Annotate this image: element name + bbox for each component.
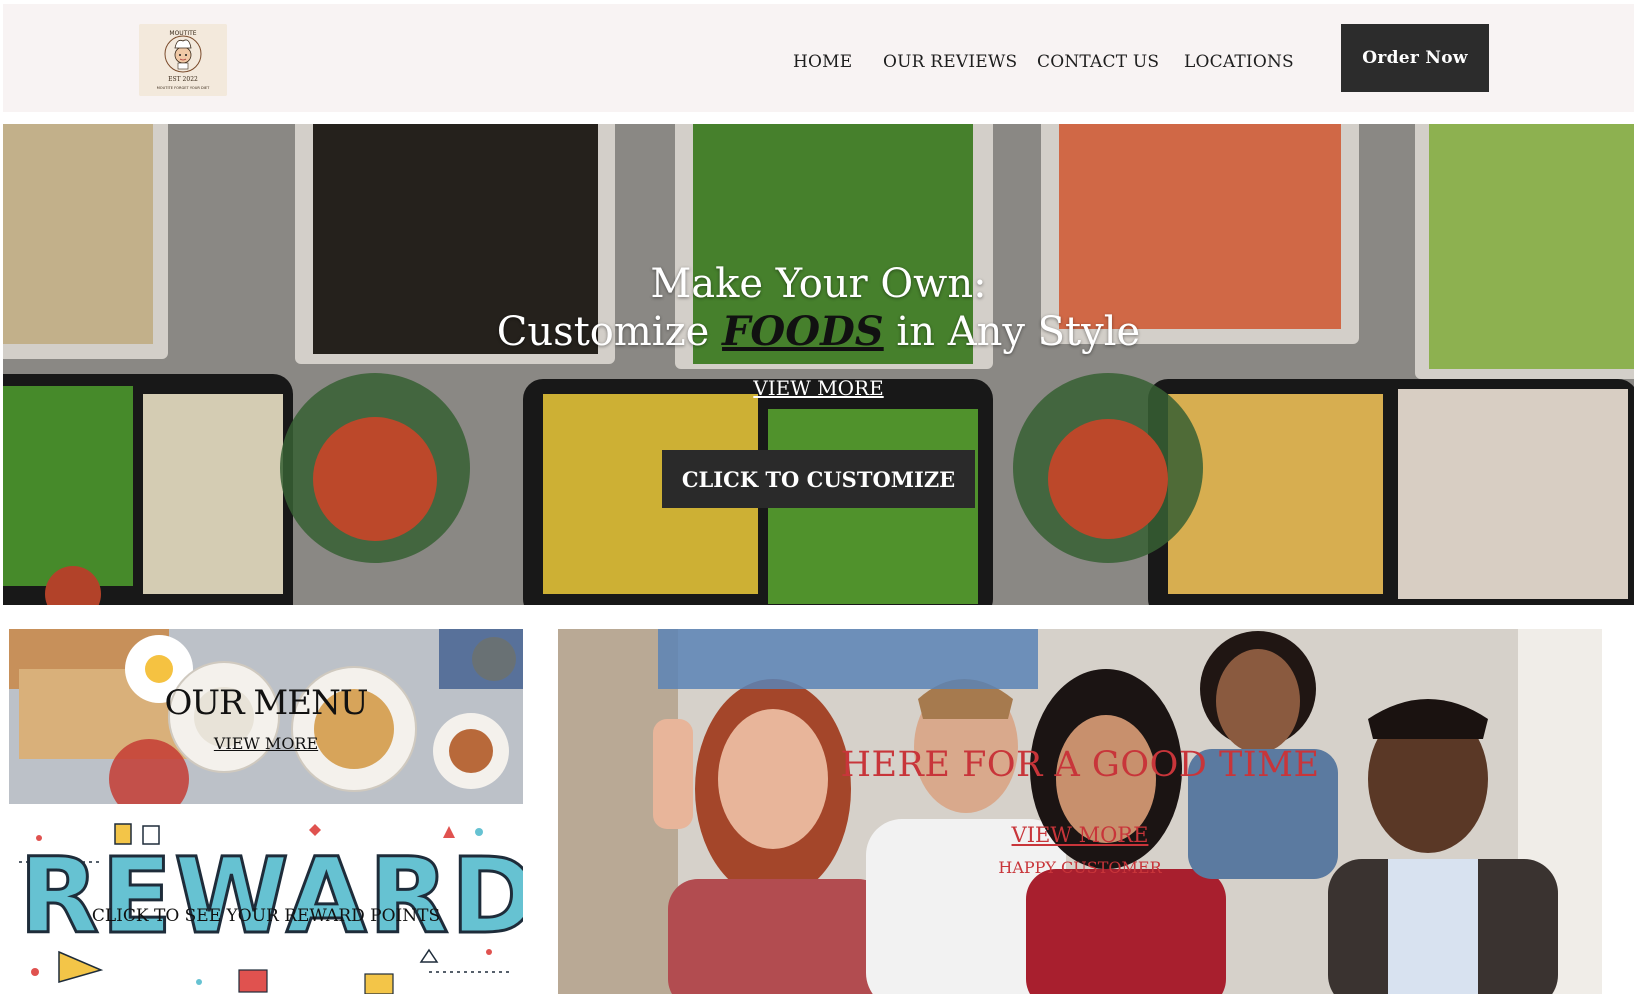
menu-tile[interactable]: OUR MENU VIEW MORE [9,629,523,804]
happy-customers-tile[interactable]: HERE FOR A GOOD TIME VIEW MORE HAPPY CUS… [558,629,1602,994]
hero-title-line1: Make Your Own: [650,261,987,307]
customize-button[interactable]: CLICK TO CUSTOMIZE [662,450,975,508]
logo-tagline-text: MOUTITE FORGET YOUR DIET [157,86,210,90]
hero-title-line2: Customize FOODS in Any Style [3,308,1634,356]
nav-contact-us[interactable]: CONTACT US [1037,52,1159,72]
reward-tile[interactable]: REWARD CLICK TO SEE YOUR REWARD POINTS [9,822,523,994]
brand-logo[interactable]: MOUTITE EST 2022 MOUTITE FORGET YOUR DIE… [139,24,227,96]
chef-mascot-icon: MOUTITE EST 2022 MOUTITE FORGET YOUR DIE… [139,24,227,96]
nav-our-reviews[interactable]: OUR REVIEWS [883,52,1017,72]
site-header: MOUTITE EST 2022 MOUTITE FORGET YOUR DIE… [3,4,1634,112]
hero-title-before: Customize [496,309,723,355]
hero-title-emphasis: FOODS [722,308,884,355]
order-now-button[interactable]: Order Now [1341,24,1489,92]
menu-title: OUR MENU [164,683,369,723]
hero-view-more-link[interactable]: VIEW MORE [3,376,1634,400]
nav-home[interactable]: HOME [793,52,852,72]
happy-customers-photo [558,629,1602,994]
logo-est-text: EST 2022 [168,76,198,83]
reward-graphic-word: REWARD [18,835,524,957]
hero-overlay [3,124,1634,605]
happy-customer-caption: HAPPY CUSTOMER [998,858,1162,877]
hero-title-after: in Any Style [883,309,1141,355]
logo-brand-text: MOUTITE [169,30,196,37]
good-time-title: HERE FOR A GOOD TIME [840,745,1320,785]
menu-view-more-link[interactable]: VIEW MORE [9,734,523,753]
nav-locations[interactable]: LOCATIONS [1184,52,1294,72]
reward-points-link[interactable]: CLICK TO SEE YOUR REWARD POINTS [9,906,523,926]
hero-banner: Make Your Own: Customize FOODS in Any St… [3,124,1634,605]
good-time-view-more-link[interactable]: VIEW MORE [558,823,1602,847]
